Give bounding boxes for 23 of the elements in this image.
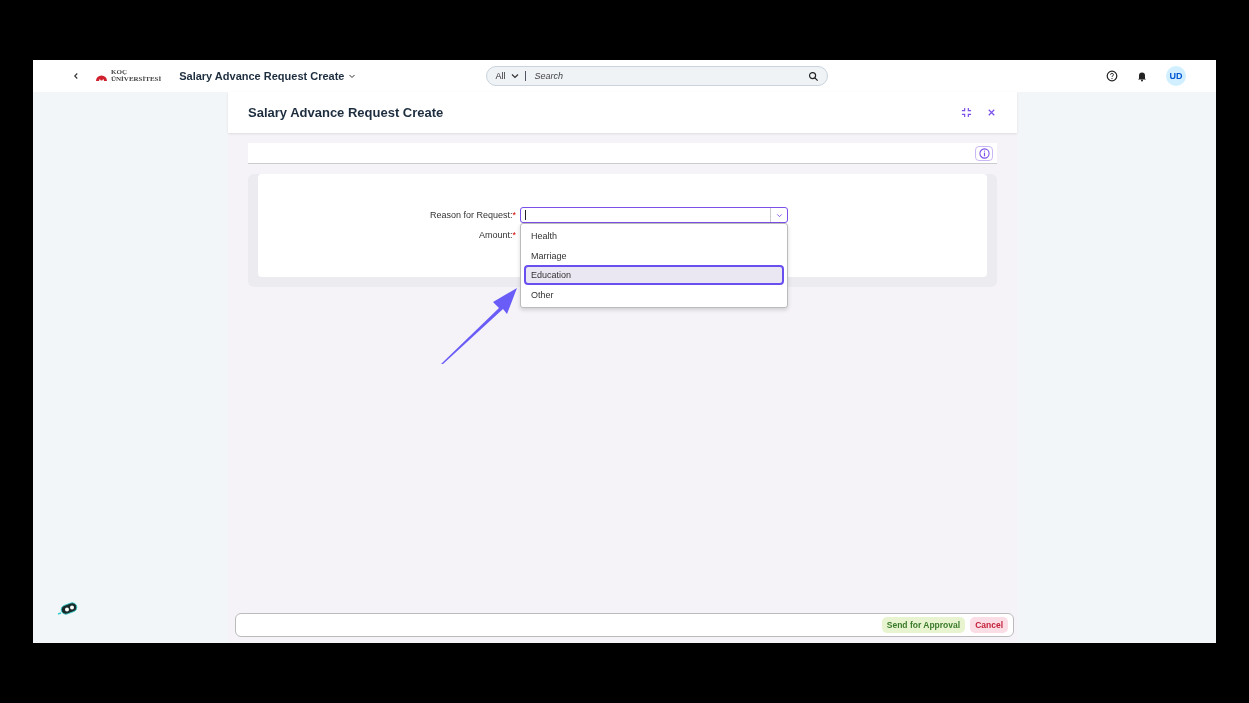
chevron-down-icon	[348, 72, 357, 80]
help-icon[interactable]	[1106, 70, 1118, 82]
search-field[interactable]: All Search	[486, 66, 829, 86]
cancel-button[interactable]: Cancel	[970, 617, 1008, 633]
menu-option[interactable]: Education	[524, 265, 784, 286]
field-label: Reason for Request:	[429, 210, 513, 220]
user-avatar[interactable]: UD	[1166, 66, 1186, 86]
menu-option[interactable]: Other	[524, 285, 784, 305]
app-title-menu[interactable]: Salary Advance Request Create	[179, 70, 357, 82]
chevron-down-icon	[511, 72, 520, 80]
close-icon[interactable]	[986, 107, 997, 118]
search-icon[interactable]	[808, 70, 820, 82]
dialog-title: Salary Advance Request Create	[248, 105, 444, 120]
menu-option[interactable]: Marriage	[524, 245, 784, 266]
field-label: Amount:	[478, 230, 513, 240]
bell-icon[interactable]	[1136, 70, 1148, 82]
required-mark: *	[512, 230, 516, 240]
info-button[interactable]	[975, 145, 993, 161]
send-button[interactable]: Send for Approval	[881, 617, 966, 633]
scope-dropdown[interactable]: All	[495, 71, 527, 81]
menu-option[interactable]: Health	[524, 226, 784, 246]
required-mark: *	[512, 210, 516, 220]
exit-fullscreen-icon[interactable]	[961, 107, 972, 118]
